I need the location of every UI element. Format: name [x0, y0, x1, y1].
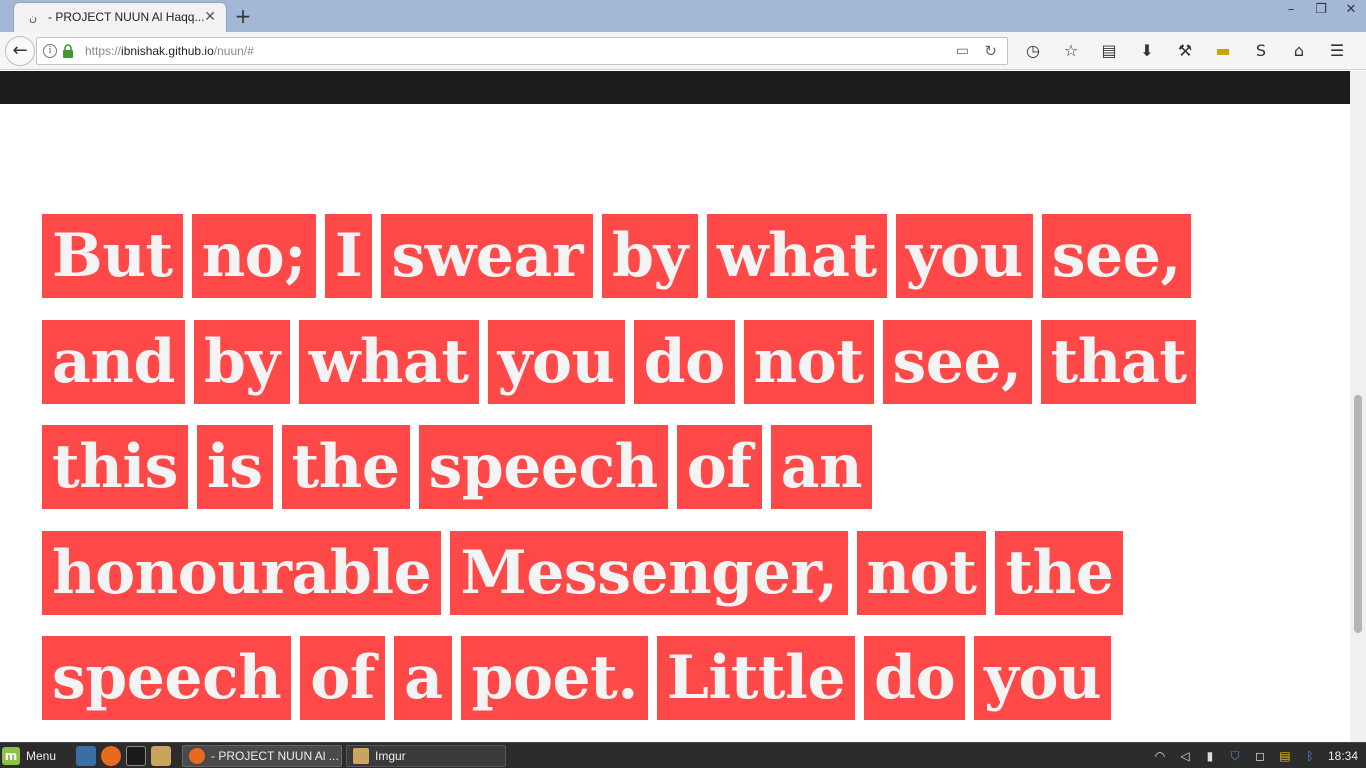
- back-button[interactable]: ←: [5, 36, 35, 66]
- word-block: an: [770, 425, 873, 509]
- word-block: not: [856, 530, 987, 615]
- word-block: of: [676, 425, 762, 509]
- notes-icon[interactable]: ▤: [1277, 748, 1293, 764]
- word-block: Messenger,: [450, 530, 848, 615]
- url-bar[interactable]: i https://ibnishak.github.io/nuun/# ▭ ↻: [36, 37, 1008, 65]
- word-block: But: [42, 214, 183, 298]
- word-block: no;: [191, 214, 316, 298]
- url-host: ibnishak.github.io: [121, 44, 214, 58]
- shield-icon[interactable]: ⛉: [1227, 748, 1243, 764]
- verse-line: speech of a poet. Little do you: [42, 636, 1272, 720]
- page-viewport: But no; Iswear by what you see, and by what you do n…: [0, 71, 1366, 742]
- browser-tab[interactable]: ن - PROJECT NUUN Al Haqq... ✕: [13, 2, 227, 32]
- quick-launch: [76, 746, 176, 766]
- os-taskbar: m Menu - PROJECT NUUN Al ... Imgur ◠ ◁ ▮…: [0, 742, 1366, 768]
- word-block: see,: [1041, 214, 1191, 298]
- verse-line: But no; Iswear by what you see,: [42, 214, 1272, 298]
- taskbar-item-label: Imgur: [375, 749, 406, 763]
- word-block: swear: [381, 214, 594, 298]
- clock: 18:34: [1327, 749, 1358, 763]
- volume-icon[interactable]: ◁: [1177, 748, 1193, 764]
- reader-view-icon[interactable]: ▭: [956, 43, 969, 59]
- url-path: /nuun/#: [213, 44, 254, 58]
- tools-dropdown-icon[interactable]: ⚒: [1166, 36, 1204, 66]
- reading-list-icon[interactable]: ▤: [1090, 36, 1128, 66]
- word-block: poet.: [461, 636, 648, 720]
- word-block: by: [602, 214, 698, 298]
- word-block: Little: [656, 636, 856, 720]
- bluetooth-icon[interactable]: ᛒ: [1302, 748, 1318, 764]
- ruler-extension-icon[interactable]: ▬: [1204, 36, 1242, 66]
- battery-icon[interactable]: ▮: [1202, 748, 1218, 764]
- word-block: this: [42, 425, 188, 509]
- word-block: I: [324, 214, 373, 298]
- files-icon[interactable]: [151, 746, 171, 766]
- word-block: you: [487, 319, 625, 404]
- verse-line: and by what you do not see, that: [42, 319, 1272, 404]
- start-menu-button[interactable]: m Menu: [2, 745, 56, 767]
- verse-line: honourable Messenger, not the: [42, 530, 1272, 615]
- word-block: do: [633, 319, 735, 404]
- mint-logo-icon: m: [2, 747, 20, 765]
- wifi-icon[interactable]: ◠: [1152, 748, 1168, 764]
- firefox-icon[interactable]: [101, 746, 121, 766]
- url-scheme: https://: [85, 44, 122, 58]
- word-block: you: [974, 636, 1112, 720]
- taskbar-item-firefox[interactable]: - PROJECT NUUN Al ...: [182, 745, 342, 767]
- word-block: the: [281, 425, 410, 509]
- new-tab-button[interactable]: +: [233, 4, 253, 28]
- word-block: you: [895, 214, 1033, 298]
- scroll-thumb[interactable]: [1354, 395, 1362, 633]
- tab-title: - PROJECT NUUN Al Haqq...: [48, 10, 205, 24]
- update-icon[interactable]: ◻: [1252, 748, 1268, 764]
- url-text: https://ibnishak.github.io/nuun/#: [85, 44, 254, 58]
- tab-close-icon[interactable]: ✕: [204, 9, 216, 25]
- firefox-task-icon: [189, 748, 205, 764]
- word-block: honourable: [42, 530, 442, 615]
- verse-text: But no; Iswear by what you see, and by what you do n…: [42, 214, 1272, 742]
- word-block: is: [196, 425, 273, 509]
- word-block: of: [300, 636, 386, 720]
- word-block: speech: [42, 636, 292, 720]
- terminal-icon[interactable]: [126, 746, 146, 766]
- word-block: do: [864, 636, 966, 720]
- word-block: speech: [418, 425, 668, 509]
- show-desktop-icon[interactable]: [76, 746, 96, 766]
- word-block: a: [394, 636, 453, 720]
- lock-icon: [63, 44, 73, 58]
- navigation-toolbar: ← i https://ibnishak.github.io/nuun/# ▭ …: [0, 32, 1366, 70]
- toolbar-icons: ◷ ☆ ▤ ⬇ ⚒ ▬ S ⌂ ☰: [1014, 36, 1356, 66]
- s-extension-icon[interactable]: S: [1242, 36, 1280, 66]
- tab-strip: ن - PROJECT NUUN Al Haqq... ✕ + – ❐ ✕: [0, 0, 1366, 32]
- word-block: what: [298, 319, 479, 404]
- word-block: and: [42, 319, 185, 404]
- history-icon[interactable]: ◷: [1014, 36, 1052, 66]
- folder-icon: [353, 748, 369, 764]
- site-header-bar: [0, 71, 1350, 104]
- site-info-icon[interactable]: i: [43, 44, 57, 58]
- minimize-button[interactable]: –: [1276, 0, 1306, 22]
- verse-line: this is the speech of an: [42, 425, 1272, 509]
- taskbar-item-label: - PROJECT NUUN Al ...: [211, 749, 339, 763]
- bookmark-star-icon[interactable]: ☆: [1052, 36, 1090, 66]
- word-block: not: [743, 319, 874, 404]
- word-block: the: [995, 530, 1124, 615]
- word-block: by: [193, 319, 290, 404]
- word-block: what: [706, 214, 887, 298]
- menu-label: Menu: [26, 749, 57, 763]
- download-icon[interactable]: ⬇: [1128, 36, 1166, 66]
- close-window-button[interactable]: ✕: [1336, 0, 1366, 22]
- window-controls: – ❐ ✕: [1276, 0, 1366, 22]
- system-tray: ◠ ◁ ▮ ⛉ ◻ ▤ ᛒ 18:34: [1143, 746, 1358, 766]
- taskbar-item-imgur[interactable]: Imgur: [346, 745, 506, 767]
- tag-extension-icon[interactable]: ⌂: [1280, 36, 1318, 66]
- word-block: see,: [882, 319, 1032, 404]
- vertical-scrollbar[interactable]: [1350, 71, 1366, 742]
- word-block: that: [1040, 319, 1197, 404]
- reload-icon[interactable]: ↻: [984, 42, 997, 60]
- hamburger-menu-icon[interactable]: ☰: [1318, 36, 1356, 66]
- tab-favicon-icon: ن: [29, 11, 38, 24]
- restore-button[interactable]: ❐: [1306, 0, 1336, 22]
